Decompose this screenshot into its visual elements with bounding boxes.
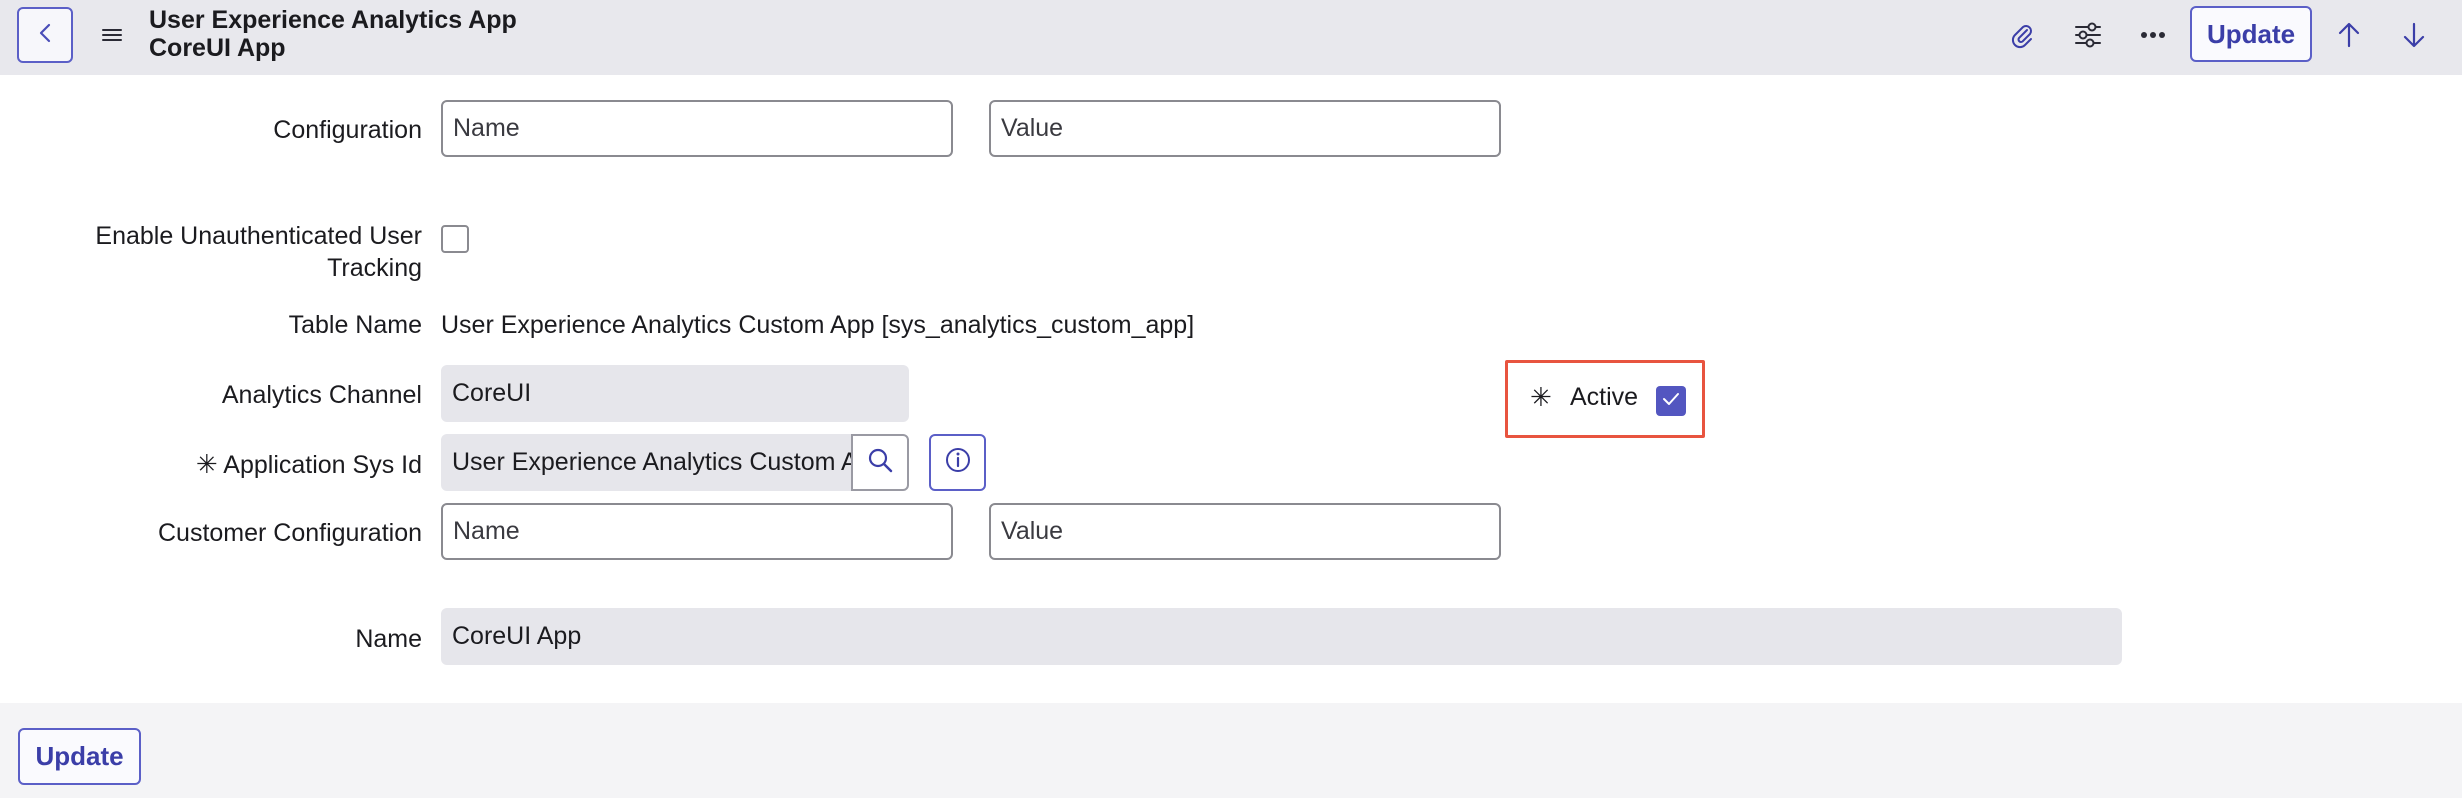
hamburger-menu-icon[interactable] — [99, 22, 125, 48]
enable-tracking-checkbox[interactable] — [441, 225, 469, 253]
enable-tracking-label-line2: Tracking — [327, 254, 422, 282]
enable-tracking-label: Enable Unauthenticated User Tracking — [95, 220, 422, 284]
active-field-highlight: ✳ Active — [1505, 360, 1705, 438]
record-name-title: CoreUI App — [149, 34, 286, 62]
settings-sliders-icon[interactable] — [2070, 17, 2106, 53]
chevron-left-icon — [34, 22, 56, 49]
name-value: CoreUI App — [452, 622, 582, 650]
application-sys-id-label-text: Application Sys Id — [223, 451, 422, 479]
enable-tracking-label-line1: Enable Unauthenticated User — [95, 222, 422, 250]
configuration-label: Configuration — [273, 116, 422, 144]
more-options-icon[interactable] — [2135, 17, 2171, 53]
application-sys-id-field[interactable]: User Experience Analytics Custom A — [441, 434, 852, 491]
customer-configuration-value-placeholder: Value — [1001, 517, 1064, 545]
active-required-asterisk: ✳ — [1530, 382, 1552, 412]
info-icon — [944, 446, 972, 479]
configuration-name-placeholder: Name — [453, 114, 520, 142]
analytics-channel-value: CoreUI — [452, 379, 532, 407]
arrow-down-icon[interactable] — [2396, 17, 2432, 53]
customer-configuration-value-input[interactable]: Value — [989, 503, 1501, 560]
customer-configuration-label: Customer Configuration — [157, 519, 422, 547]
reference-info-button[interactable] — [929, 434, 986, 491]
page-title: User Experience Analytics App CoreUI App — [149, 6, 517, 62]
paperclip-icon[interactable] — [2004, 17, 2040, 53]
update-button-bottom[interactable]: Update — [18, 728, 141, 785]
update-button-top[interactable]: Update — [2190, 6, 2312, 62]
analytics-channel-label: Analytics Channel — [221, 381, 422, 409]
configuration-name-input[interactable]: Name — [441, 100, 953, 157]
table-name-value: User Experience Analytics Custom App [sy… — [441, 311, 1195, 339]
configuration-value-placeholder: Value — [1001, 114, 1064, 142]
customer-configuration-name-input[interactable]: Name — [441, 503, 953, 560]
record-type-title: User Experience Analytics App — [149, 6, 517, 34]
active-label: Active — [1570, 383, 1639, 411]
checkmark-icon — [1661, 391, 1681, 412]
arrow-up-icon[interactable] — [2331, 17, 2367, 53]
application-sys-id-label: ✳ Application Sys Id — [196, 448, 422, 481]
configuration-value-input[interactable]: Value — [989, 100, 1501, 157]
name-field: CoreUI App — [441, 608, 2122, 665]
active-checkbox[interactable] — [1656, 386, 1686, 416]
table-name-label: Table Name — [288, 311, 422, 339]
customer-configuration-name-placeholder: Name — [453, 517, 520, 545]
search-icon — [866, 446, 894, 479]
analytics-channel-field: CoreUI — [441, 365, 909, 422]
form-header: User Experience Analytics App CoreUI App… — [0, 0, 2462, 75]
lookup-search-button[interactable] — [851, 434, 909, 491]
application-sys-id-required-asterisk: ✳ — [195, 449, 218, 479]
back-button[interactable] — [17, 7, 73, 63]
name-label: Name — [355, 625, 422, 653]
application-sys-id-value: User Experience Analytics Custom A — [452, 448, 852, 476]
